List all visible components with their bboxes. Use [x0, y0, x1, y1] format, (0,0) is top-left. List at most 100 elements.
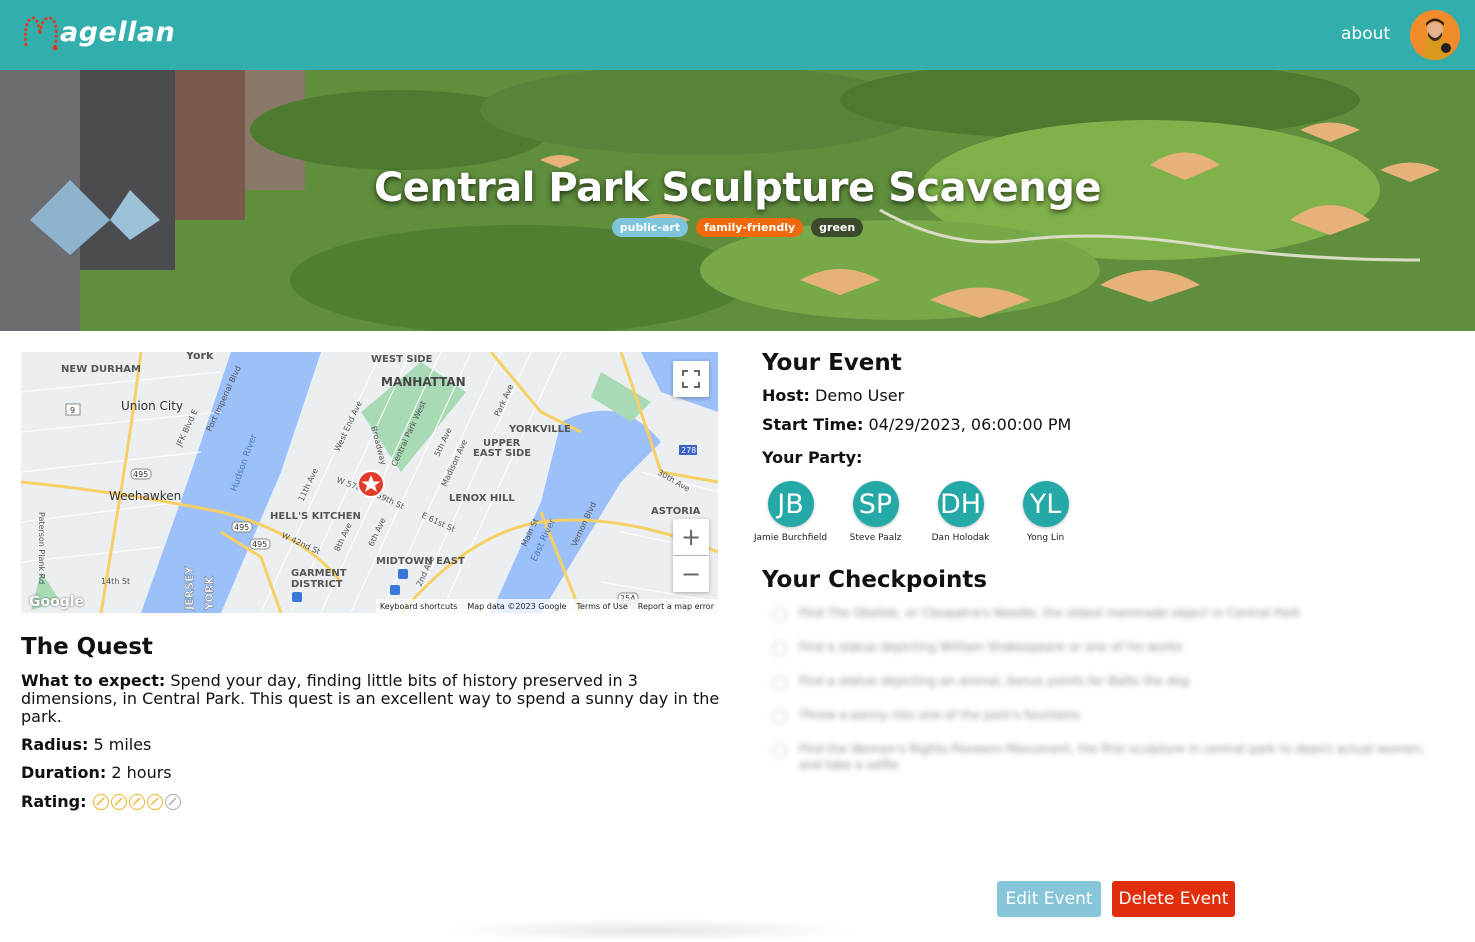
location-marker-icon[interactable] [357, 470, 385, 498]
map-label: HELL'S KITCHEN [270, 511, 361, 522]
about-link[interactable]: about [1341, 24, 1390, 44]
map-label: NEW DURHAM [61, 364, 141, 375]
map-label: YORKVILLE [508, 424, 571, 435]
checkpoints-section: Your Checkpoints Find The Obelisk, or Cl… [762, 567, 1442, 773]
keyboard-shortcuts-link[interactable]: Keyboard shortcuts [380, 602, 457, 611]
checkpoint-item[interactable]: Find The Obelisk, or Cleopatra's Needle,… [762, 605, 1442, 622]
party-member[interactable]: DH Dan Holodak [924, 481, 997, 543]
map-label: WEST SIDE [371, 354, 433, 365]
tag-badge[interactable]: family-friendly [696, 218, 804, 237]
report-error-link[interactable]: Report a map error [638, 602, 714, 611]
checkbox-icon[interactable] [772, 709, 787, 724]
fullscreen-button[interactable] [673, 361, 709, 397]
quest-radius: Radius: 5 miles [21, 736, 721, 754]
plus-icon: + [680, 523, 702, 551]
party-member-name: Yong Lin [1026, 533, 1065, 543]
map-label: ASTORIA [651, 506, 701, 517]
map-footer: Keyboard shortcuts Map data ©2023 Google… [375, 599, 718, 613]
checkpoint-item[interactable]: Throw a penny into one of the park's fou… [762, 707, 1442, 724]
rating-star-filled-icon [110, 794, 127, 810]
map-label: York [185, 352, 214, 362]
checkbox-icon[interactable] [772, 675, 787, 690]
avatar: YL [1022, 481, 1069, 527]
edit-event-button[interactable]: Edit Event [997, 881, 1101, 917]
party-list: JB Jamie Burchfield SP Steve Paalz DH Da… [754, 481, 1442, 543]
event-section: Your Event Host: Demo User Start Time: 0… [754, 350, 1442, 543]
host-label: Host: [762, 386, 810, 405]
checkpoint-text: Find The Obelisk, or Cleopatra's Needle,… [799, 606, 1301, 620]
minus-icon: − [680, 560, 702, 588]
rating-stars [92, 794, 181, 810]
party-member[interactable]: JB Jamie Burchfield [754, 481, 827, 543]
duration-label: Duration: [21, 763, 107, 782]
tag-list: public-art family-friendly green [0, 218, 1475, 237]
event-title: Your Event [762, 350, 902, 376]
quest-section: The Quest What to expect: Spend your day… [21, 634, 721, 811]
checkpoints-title: Your Checkpoints [762, 567, 988, 593]
avatar: SP [852, 481, 899, 527]
bottom-shadow [440, 918, 860, 942]
checkpoint-item[interactable]: Find the Women's Rights Pioneers Monumen… [762, 741, 1442, 773]
zoom-in-button[interactable]: + [673, 519, 709, 555]
party-member-name: Dan Holodak [931, 533, 990, 543]
radius-label: Radius: [21, 735, 89, 754]
map-label: YORK [203, 576, 216, 611]
user-avatar-icon[interactable] [1410, 10, 1460, 60]
map-label: MANHATTAN [381, 375, 466, 389]
map-label: Weehawken [109, 489, 181, 503]
logo[interactable]: agellan [22, 10, 175, 54]
checkpoint-item[interactable]: Find a statue depicting William Shakespe… [762, 639, 1442, 656]
start-value: 04/29/2023, 06:00:00 PM [868, 415, 1072, 434]
logo-m-icon [23, 16, 58, 51]
map-label: 14th St [101, 577, 130, 586]
party-member-name: Jamie Burchfield [753, 533, 828, 543]
party-heading: Your Party: [762, 449, 1442, 467]
rating-star-filled-icon [128, 794, 145, 810]
checkbox-icon[interactable] [772, 641, 787, 656]
map-data-attribution: Map data ©2023 Google [467, 601, 567, 611]
duration-value: 2 hours [111, 763, 172, 782]
top-nav: agellan about [0, 0, 1475, 70]
checkbox-icon[interactable] [772, 607, 787, 622]
map-label: 495 [234, 523, 249, 532]
tag-badge[interactable]: public-art [611, 218, 689, 237]
party-member[interactable]: SP Steve Paalz [839, 481, 912, 543]
expect-label: What to expect: [21, 671, 166, 690]
map-label: 495 [252, 540, 267, 549]
map-label: 278 [681, 446, 696, 455]
checkbox-icon[interactable] [772, 743, 787, 758]
google-logo: Google [29, 594, 85, 610]
terms-link[interactable]: Terms of Use [576, 602, 627, 611]
map-label: MIDTOWN EAST [376, 556, 465, 567]
checkpoint-text: Throw a penny into one of the park's fou… [799, 708, 1080, 722]
map-label: Paterson Plank Rd [37, 512, 46, 584]
map-label: Union City [121, 399, 183, 413]
host-value: Demo User [815, 386, 905, 405]
map-label: JERSEY [183, 565, 196, 611]
map-label: EAST SIDE [473, 448, 531, 459]
logo-text: agellan [60, 16, 176, 48]
rating-star-filled-icon [146, 794, 163, 810]
fullscreen-icon [682, 370, 700, 388]
event-host: Host: Demo User [762, 387, 1442, 405]
quest-duration: Duration: 2 hours [21, 764, 721, 782]
map[interactable]: 9 495 495 495 278 25A York NEW DURHAM WE… [21, 352, 718, 613]
hero-banner: Central Park Sculpture Scavenge public-a… [0, 70, 1475, 331]
zoom-out-button[interactable]: − [673, 556, 709, 592]
pirate-avatar-icon [1410, 10, 1460, 60]
map-label: 9 [70, 406, 75, 415]
checkpoint-item[interactable]: Find a statue depicting an animal, bonus… [762, 673, 1442, 690]
map-canvas: 9 495 495 495 278 25A York NEW DURHAM WE… [21, 352, 718, 613]
rating-star-filled-icon [92, 794, 109, 810]
radius-value: 5 miles [93, 735, 152, 754]
map-label: GARMENT [291, 568, 347, 579]
tag-badge[interactable]: green [811, 218, 864, 237]
party-member[interactable]: YL Yong Lin [1009, 481, 1082, 543]
map-label: 495 [133, 470, 148, 479]
quest-expect: What to expect: Spend your day, finding … [21, 672, 721, 726]
map-label: LENOX HILL [449, 493, 515, 504]
page-title: Central Park Sculpture Scavenge [373, 165, 1102, 211]
avatar: DH [937, 481, 984, 527]
quest-rating: Rating: [21, 793, 721, 811]
delete-event-button[interactable]: Delete Event [1112, 881, 1235, 917]
